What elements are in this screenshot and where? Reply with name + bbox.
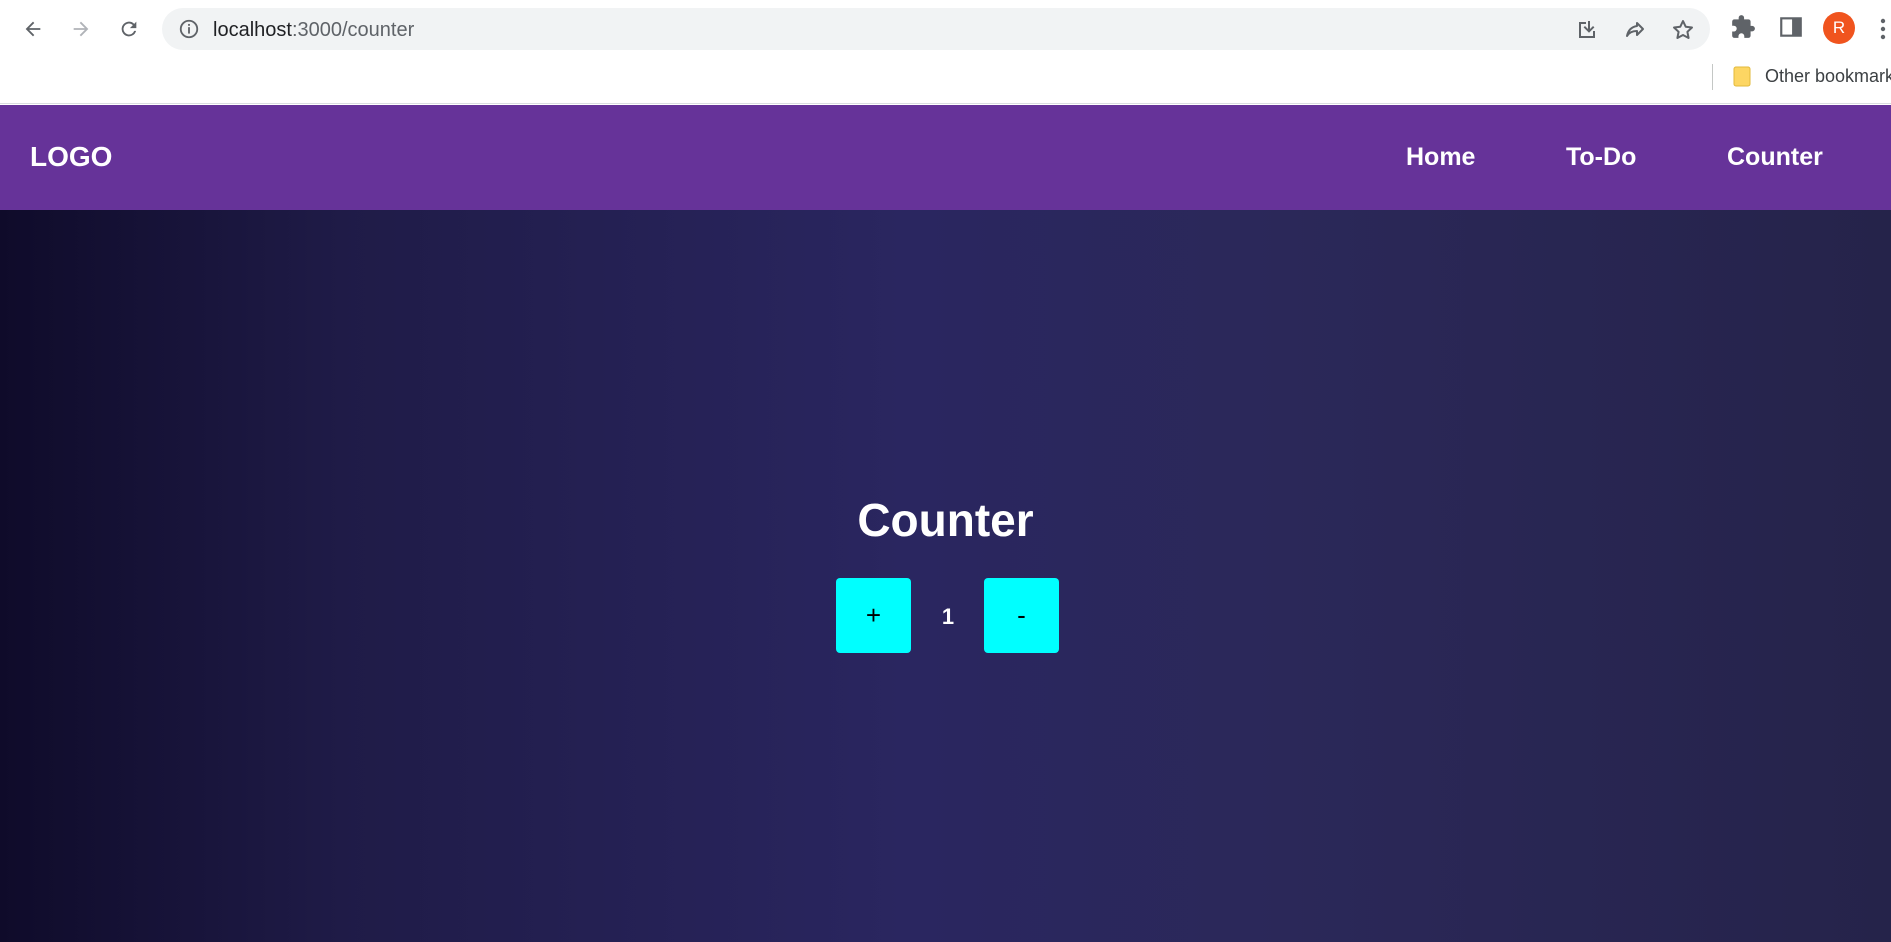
url-text[interactable]: localhost:3000/counter [213, 19, 414, 42]
increment-button[interactable]: + [836, 578, 911, 653]
more-menu-icon[interactable] [1880, 18, 1886, 40]
bookmarks-separator [1712, 64, 1713, 90]
url-host: localhost [213, 19, 292, 41]
install-app-icon[interactable] [1575, 18, 1599, 42]
other-bookmarks-label[interactable]: Other bookmarks [1765, 66, 1891, 87]
url-path: :3000/counter [291, 19, 415, 41]
star-icon[interactable] [1671, 18, 1695, 42]
decrement-button[interactable]: - [984, 578, 1059, 653]
address-bar[interactable]: localhost:3000/counter [162, 8, 1710, 50]
folder-icon[interactable] [1733, 65, 1751, 87]
browser-toolbar: localhost:3000/counter R [0, 0, 1891, 56]
side-panel-icon[interactable] [1778, 14, 1804, 40]
main-content: Counter + 1 - [0, 210, 1891, 942]
forward-button[interactable] [64, 12, 98, 46]
profile-avatar[interactable]: R [1823, 12, 1855, 44]
info-icon[interactable] [178, 18, 200, 40]
reload-icon [121, 21, 137, 37]
counter-value: 1 [941, 604, 955, 629]
share-icon[interactable] [1623, 18, 1647, 42]
nav-link-counter[interactable]: Counter [1727, 143, 1823, 172]
bookmarks-bar: Other bookmarks [0, 56, 1891, 104]
page-title: Counter [857, 494, 1034, 546]
nav-link-home[interactable]: Home [1406, 143, 1475, 172]
arrow-left-icon [25, 21, 41, 37]
arrow-right-icon [73, 21, 89, 37]
back-button[interactable] [16, 12, 50, 46]
logo[interactable]: LOGO [30, 141, 112, 173]
extensions-puzzle-icon[interactable] [1730, 14, 1756, 40]
reload-button[interactable] [112, 12, 146, 46]
nav-link-todo[interactable]: To-Do [1566, 143, 1636, 172]
app-header: LOGO Home To-Do Counter [0, 105, 1891, 210]
